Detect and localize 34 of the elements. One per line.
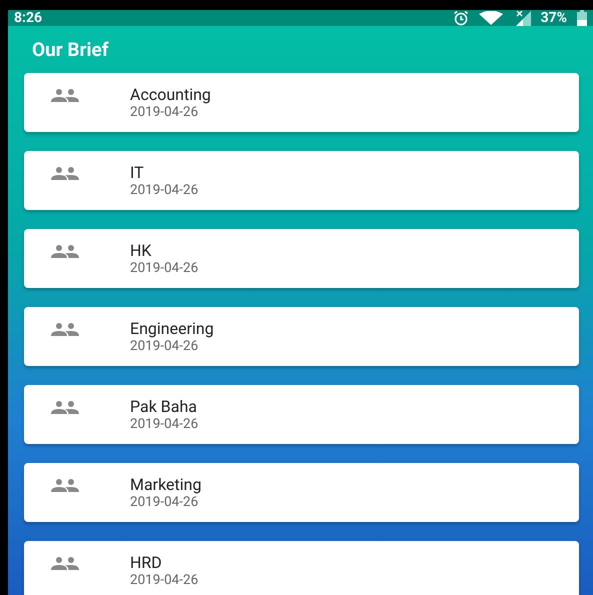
group-card[interactable]: Marketing 2019-04-26 (24, 463, 579, 522)
group-name: Pak Baha (130, 397, 198, 416)
people-icon (48, 400, 82, 416)
people-icon (48, 166, 82, 182)
group-card[interactable]: HK 2019-04-26 (24, 229, 579, 288)
alarm-clock-icon (452, 10, 469, 26)
people-icon (48, 322, 82, 338)
group-name: IT (130, 163, 145, 182)
app-title: Our Brief (32, 38, 109, 61)
group-date: 2019-04-26 (130, 260, 198, 276)
group-card[interactable]: IT 2019-04-26 (24, 151, 579, 210)
group-date: 2019-04-26 (130, 494, 200, 510)
group-card[interactable]: HRD 2019-04-26 (24, 541, 579, 595)
group-name: HK (130, 241, 152, 260)
battery-percent: 37% (540, 10, 567, 26)
people-icon (48, 244, 82, 260)
group-date: 2019-04-26 (130, 338, 200, 354)
group-date: 2019-04-26 (130, 182, 198, 198)
people-icon (48, 556, 82, 572)
group-date: 2019-04-26 (130, 572, 198, 588)
people-icon (48, 478, 82, 494)
wifi-icon (478, 11, 503, 25)
group-date: 2019-04-26 (130, 104, 200, 120)
battery-icon (577, 10, 587, 26)
group-name: Accounting (130, 85, 211, 104)
group-name: HRD (130, 553, 163, 572)
group-date: 2019-04-26 (130, 416, 198, 432)
group-card[interactable]: Pak Baha 2019-04-26 (24, 385, 579, 444)
people-icon (48, 88, 82, 104)
group-card[interactable]: Accounting 2019-04-26 (24, 73, 579, 132)
group-card[interactable]: Engineering 2019-04-26 (24, 307, 579, 366)
group-name: Engineering (130, 319, 214, 338)
status-time: 8:26 (14, 10, 42, 26)
group-name: Marketing (130, 475, 202, 494)
